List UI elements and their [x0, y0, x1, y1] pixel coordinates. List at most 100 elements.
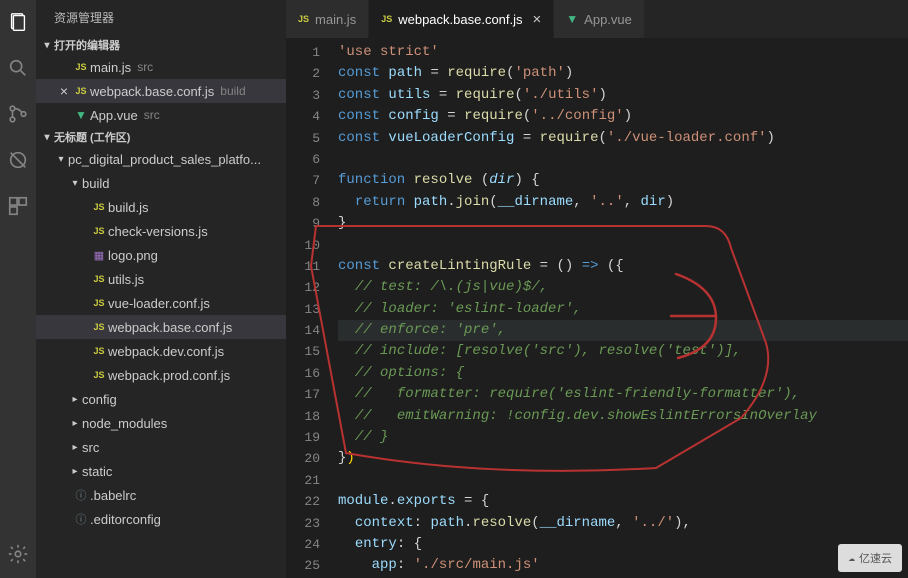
file-item[interactable]: JSwebpack.base.conf.js [36, 315, 286, 339]
line-number: 13 [286, 299, 320, 320]
code-line[interactable]: const path = require('path') [338, 63, 908, 84]
line-number: 11 [286, 256, 320, 277]
line-number: 10 [286, 235, 320, 256]
workspace-header[interactable]: ▾ 无标题 (工作区) [36, 127, 286, 147]
file-item[interactable]: ⓘ.babelrc [36, 483, 286, 507]
vue-icon: ▼ [566, 12, 578, 26]
folder-label: config [82, 392, 117, 407]
tab-label: main.js [315, 12, 356, 27]
chevron-right-icon: ▸ [68, 466, 82, 477]
js-icon: JS [381, 14, 392, 24]
workspace-root[interactable]: ▾ pc_digital_product_sales_platfo... [36, 147, 286, 171]
open-editor-item[interactable]: JSmain.jssrc [36, 55, 286, 79]
file-item[interactable]: ▦logo.png [36, 243, 286, 267]
line-number: 14 [286, 320, 320, 341]
file-item[interactable]: JScheck-versions.js [36, 219, 286, 243]
code-line[interactable]: // emitWarning: !config.dev.showEslintEr… [338, 406, 908, 427]
code-content[interactable]: 'use strict'const path = require('path')… [338, 38, 908, 578]
dirty-close-icon[interactable]: × [56, 83, 72, 99]
folder-label: src [82, 440, 99, 455]
code-line[interactable] [338, 235, 908, 256]
line-number: 21 [286, 470, 320, 491]
workspace-label: 无标题 (工作区) [54, 129, 130, 145]
file-item[interactable]: JSwebpack.dev.conf.js [36, 339, 286, 363]
line-number: 18 [286, 406, 320, 427]
line-number: 23 [286, 513, 320, 534]
code-line[interactable] [338, 470, 908, 491]
code-line[interactable]: }) [338, 448, 908, 469]
explorer-icon[interactable] [6, 10, 30, 34]
line-number: 2 [286, 63, 320, 84]
folder-label: static [82, 464, 112, 479]
line-number: 8 [286, 192, 320, 213]
open-editor-item[interactable]: ×JSwebpack.base.conf.jsbuild [36, 79, 286, 103]
code-line[interactable]: function resolve (dir) { [338, 170, 908, 191]
folder-item[interactable]: ▾build [36, 171, 286, 195]
code-line[interactable]: context: path.resolve(__dirname, '../'), [338, 513, 908, 534]
file-label: App.vue [90, 108, 138, 123]
debug-icon[interactable] [6, 148, 30, 172]
line-number: 5 [286, 128, 320, 149]
code-line[interactable]: 'use strict' [338, 42, 908, 63]
folder-item[interactable]: ▸config [36, 387, 286, 411]
code-line[interactable]: // test: /\.(js|vue)$/, [338, 277, 908, 298]
activity-bar [0, 0, 36, 578]
open-editor-item[interactable]: ▼App.vuesrc [36, 103, 286, 127]
code-line[interactable]: entry: { [338, 534, 908, 555]
editor-tab[interactable]: JSwebpack.base.conf.js× [369, 0, 554, 38]
search-icon[interactable] [6, 56, 30, 80]
file-item[interactable]: JSvue-loader.conf.js [36, 291, 286, 315]
code-line[interactable]: const createLintingRule = () => ({ [338, 256, 908, 277]
code-line[interactable]: } [338, 213, 908, 234]
file-label: build.js [108, 200, 148, 215]
source-control-icon[interactable] [6, 102, 30, 126]
file-label: .editorconfig [90, 512, 161, 527]
line-number: 3 [286, 85, 320, 106]
folder-label: node_modules [82, 416, 167, 431]
folder-label: build [82, 176, 109, 191]
editor-area: JS main.js JSwebpack.base.conf.js×▼App.vue… [286, 0, 908, 578]
file-item[interactable]: ⓘ.editorconfig [36, 507, 286, 531]
line-number: 1 [286, 42, 320, 63]
line-number: 9 [286, 213, 320, 234]
folder-item[interactable]: ▸src [36, 435, 286, 459]
cloud-icon: ☁ [848, 551, 855, 565]
code-line[interactable]: const vueLoaderConfig = require('./vue-l… [338, 128, 908, 149]
line-number: 12 [286, 277, 320, 298]
code-line[interactable]: return path.join(__dirname, '..', dir) [338, 192, 908, 213]
line-number: 4 [286, 106, 320, 127]
code-line[interactable]: // } [338, 427, 908, 448]
line-number: 6 [286, 149, 320, 170]
open-editors-header[interactable]: ▾ 打开的编辑器 [36, 35, 286, 55]
line-number: 24 [286, 534, 320, 555]
editor-tab[interactable]: ▼App.vue [554, 0, 645, 38]
code-line[interactable]: const config = require('../config') [338, 106, 908, 127]
file-label: webpack.base.conf.js [108, 320, 232, 335]
code-line[interactable]: app: './src/main.js' [338, 555, 908, 576]
code-line[interactable]: // include: [resolve('src'), resolve('te… [338, 341, 908, 362]
settings-gear-icon[interactable] [6, 542, 30, 566]
code-editor[interactable]: 1234567891011121314151617181920212223242… [286, 38, 908, 578]
code-line[interactable]: // formatter: require('eslint-friendly-f… [338, 384, 908, 405]
file-item[interactable]: JSbuild.js [36, 195, 286, 219]
code-line[interactable]: const utils = require('./utils') [338, 85, 908, 106]
line-number: 7 [286, 170, 320, 191]
sidebar-title: 资源管理器 [36, 0, 286, 35]
extensions-icon[interactable] [6, 194, 30, 218]
editor-tab[interactable]: JS main.js [286, 0, 369, 38]
code-line[interactable]: // loader: 'eslint-loader', [338, 299, 908, 320]
file-item[interactable]: JSutils.js [36, 267, 286, 291]
close-icon[interactable]: × [533, 11, 542, 28]
folder-item[interactable]: ▸node_modules [36, 411, 286, 435]
code-line[interactable]: module.exports = { [338, 491, 908, 512]
js-icon: JS [298, 14, 309, 24]
code-line[interactable] [338, 149, 908, 170]
folder-label: pc_digital_product_sales_platfo... [68, 152, 261, 167]
code-line[interactable]: // enforce: 'pre', [338, 320, 908, 341]
file-label: utils.js [108, 272, 144, 287]
chevron-down-icon: ▾ [54, 154, 68, 165]
file-item[interactable]: JSwebpack.prod.conf.js [36, 363, 286, 387]
file-label: vue-loader.conf.js [108, 296, 210, 311]
code-line[interactable]: // options: { [338, 363, 908, 384]
folder-item[interactable]: ▸static [36, 459, 286, 483]
